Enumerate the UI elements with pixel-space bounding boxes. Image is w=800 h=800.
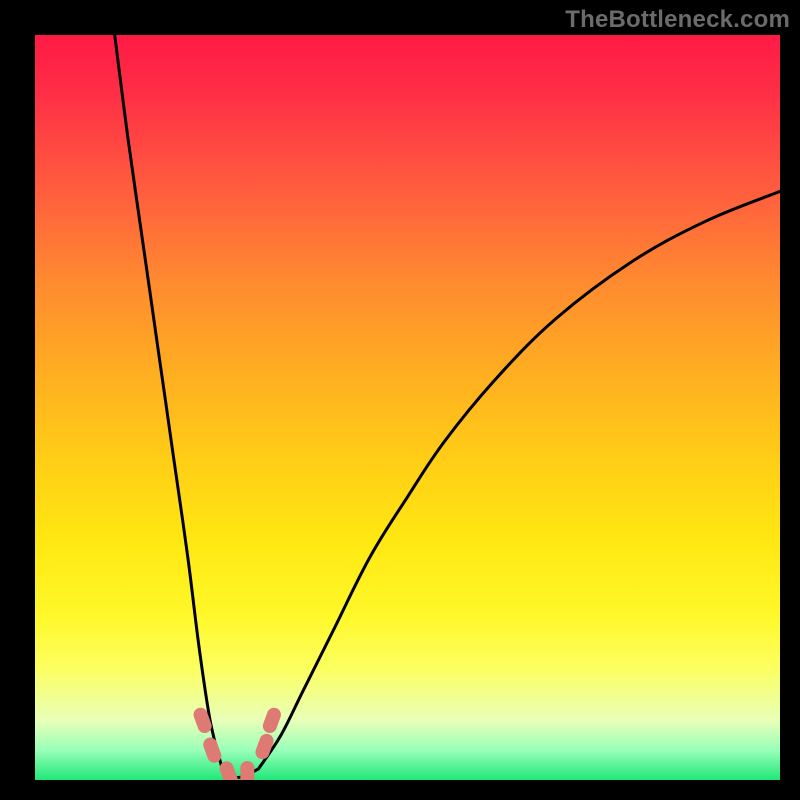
curve-markers <box>192 706 283 780</box>
curve-right-branch <box>259 191 781 768</box>
curve-left-branch <box>115 35 222 765</box>
marker-point <box>261 706 283 735</box>
watermark-text: TheBottleneck.com <box>565 6 790 34</box>
plot-area <box>35 35 780 780</box>
curve-layer <box>35 35 780 780</box>
marker-point <box>240 761 254 780</box>
bottleneck-curve <box>115 35 780 778</box>
chart-frame: TheBottleneck.com <box>0 0 800 800</box>
